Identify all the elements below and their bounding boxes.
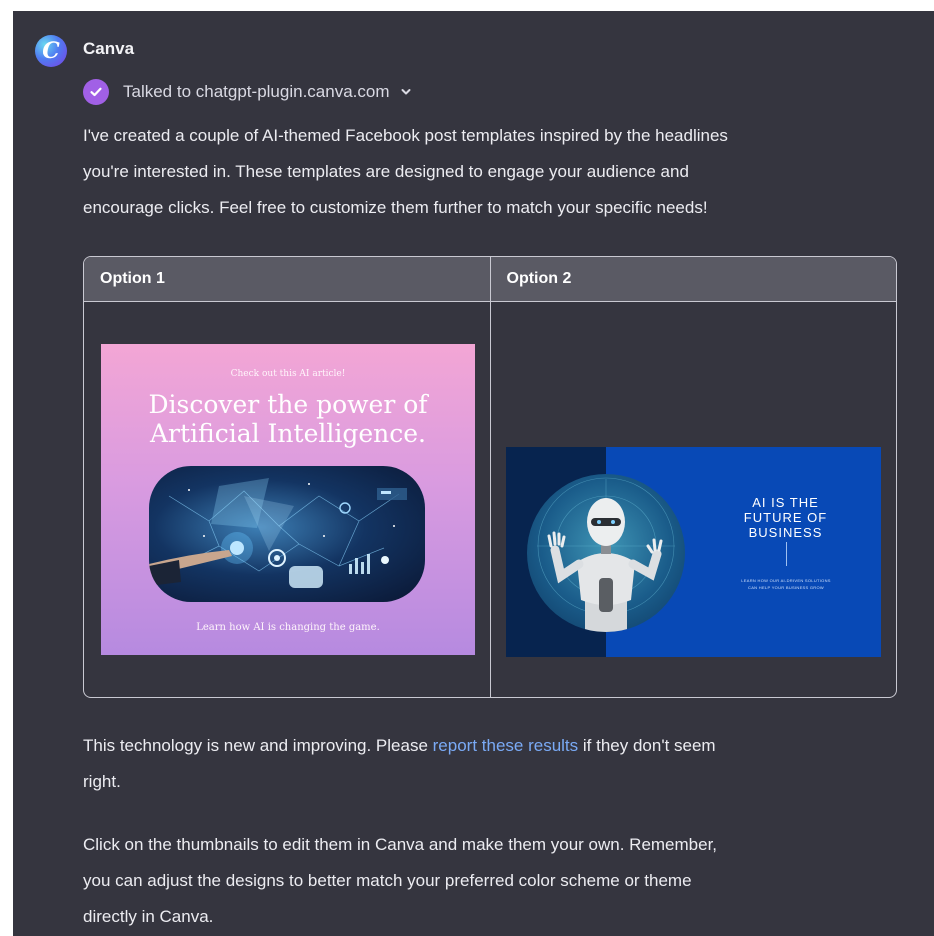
- option-2-title-line: BUSINESS: [748, 525, 823, 540]
- robot-image: [526, 474, 685, 632]
- disclaimer-text: if they don't seem: [578, 736, 716, 755]
- option-2-sub-line: CAN HELP YOUR BUSINESS GROW: [748, 585, 824, 590]
- option-1-small-text: Check out this AI article!: [230, 369, 346, 379]
- option-2-title-line: FUTURE OF: [743, 510, 828, 525]
- outro-line: directly in Canva.: [83, 907, 214, 926]
- plugin-status-label: Talked to chatgpt-plugin.canva.com: [123, 82, 390, 101]
- table-header-row: Option 1 Option 2: [84, 257, 896, 302]
- chat-message-panel: C Canva Talked to chatgpt-plugin.canva.c…: [13, 11, 934, 936]
- intro-line: you're interested in. These templates ar…: [83, 162, 689, 181]
- outro-line: Click on the thumbnails to edit them in …: [83, 835, 718, 854]
- option-2-title-line: AI IS THE: [752, 495, 819, 510]
- chevron-down-icon[interactable]: [400, 86, 412, 98]
- canva-logo-icon: C: [35, 35, 67, 67]
- option-2-divider: [785, 542, 787, 566]
- table-row: Check out this AI article! Discover the …: [84, 302, 897, 697]
- disclaimer-line: right.: [83, 772, 121, 791]
- intro-line: encourage clicks. Feel free to customize…: [83, 198, 708, 217]
- check-circle-icon: [83, 79, 109, 105]
- table-header-option-1: Option 1: [100, 270, 165, 287]
- ai-network-image: [149, 466, 425, 602]
- option-1-title: Discover the power of Artificial Intelli…: [101, 390, 475, 448]
- message-author: Canva: [83, 39, 135, 58]
- outro-paragraph: Click on the thumbnails to edit them in …: [83, 827, 717, 935]
- disclaimer-line: This technology is new and improving. Pl…: [83, 728, 716, 764]
- option-1-bottom-text: Learn how AI is changing the game.: [196, 622, 380, 633]
- disclaimer-paragraph: This technology is new and improving. Pl…: [83, 728, 716, 800]
- report-results-link[interactable]: report these results: [433, 736, 579, 755]
- option-2-sub-line: LEARN HOW OUR AI-DRIVEN SOLUTIONS: [741, 578, 831, 583]
- avatar-letter: C: [42, 38, 60, 64]
- table-cell-option-1: Check out this AI article! Discover the …: [84, 302, 490, 697]
- intro-paragraph: I've created a couple of AI-themed Faceb…: [83, 118, 728, 226]
- option-1-thumbnail[interactable]: Check out this AI article! Discover the …: [101, 344, 475, 655]
- intro-line: I've created a couple of AI-themed Faceb…: [83, 126, 728, 145]
- option-2-title: AI IS THE FUTURE OF BUSINESS: [696, 495, 876, 540]
- options-table: Option 1 Option 2 Check out this AI arti…: [83, 256, 897, 698]
- option-1-title-line: Artificial Intelligence.: [149, 419, 426, 448]
- option-2-thumbnail[interactable]: AI IS THE FUTURE OF BUSINESS LEARN HOW O…: [505, 447, 881, 657]
- option-1-title-line: Discover the power of: [148, 390, 428, 419]
- table-header-option-2: Option 2: [489, 257, 897, 301]
- outro-line: you can adjust the designs to better mat…: [83, 871, 692, 890]
- plugin-status-toggle[interactable]: Talked to chatgpt-plugin.canva.com: [83, 79, 412, 105]
- disclaimer-text: This technology is new and improving. Pl…: [83, 736, 433, 755]
- table-cell-option-2: AI IS THE FUTURE OF BUSINESS LEARN HOW O…: [489, 302, 897, 697]
- option-2-subtext: LEARN HOW OUR AI-DRIVEN SOLUTIONS CAN HE…: [714, 577, 859, 591]
